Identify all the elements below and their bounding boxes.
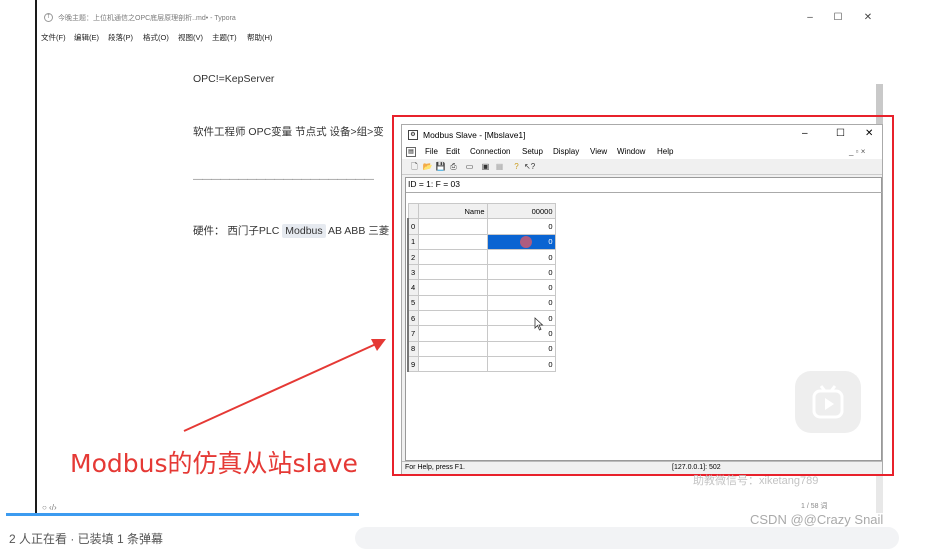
- doc-line-hardware: 硬件： 西门子PLC Modbus AB ABB 三菱: [193, 223, 389, 238]
- hardware-suffix: AB ABB 三菱: [325, 225, 390, 237]
- doc-line-opc: OPC!=KepServer: [193, 73, 275, 85]
- typora-app-icon: T: [44, 13, 53, 22]
- minimize-icon[interactable]: –: [802, 12, 818, 23]
- typora-menubar: 文件(F) 编辑(E) 段落(P) 格式(O) 视图(V) 主题(T) 帮助(H…: [36, 30, 885, 44]
- menu-edit[interactable]: 编辑(E): [74, 32, 99, 43]
- csdn-watermark: CSDN @@Crazy Snail: [750, 512, 884, 527]
- annotation-label: Modbus的仿真从站slave: [70, 449, 358, 478]
- menu-file[interactable]: 文件(F): [41, 32, 66, 43]
- menu-paragraph[interactable]: 段落(P): [108, 32, 133, 43]
- menu-theme[interactable]: 主题(T): [212, 32, 237, 43]
- menu-view[interactable]: 视图(V): [178, 32, 203, 43]
- doc-line-software: 软件工程师 OPC变量 节点式 设备>组>变: [193, 126, 384, 138]
- left-margin: [0, 0, 35, 541]
- play-icon: [812, 385, 844, 419]
- menu-format[interactable]: 格式(O): [143, 32, 169, 43]
- status-toggle-icons[interactable]: ○ ‹/›: [42, 503, 57, 512]
- viewer-count-text: 2 人正在看 · 已装填 1 条弹幕: [9, 532, 164, 546]
- arrow-icon: [183, 339, 386, 432]
- danmaku-input[interactable]: [355, 527, 899, 549]
- typora-window-title: 今晚主题：上位机通信之OPC底层原理剖析..md• - Typora: [58, 15, 236, 22]
- menu-help[interactable]: 帮助(H): [247, 32, 272, 43]
- word-count[interactable]: 1 / 58 词: [801, 501, 827, 511]
- hardware-prefix: 硬件： 西门子PLC: [193, 225, 283, 237]
- close-icon[interactable]: ✕: [860, 12, 876, 23]
- maximize-icon[interactable]: ☐: [830, 12, 846, 23]
- wechat-watermark: 助教微信号：xiketang789: [693, 475, 819, 487]
- video-play-badge[interactable]: [795, 371, 861, 433]
- typora-titlebar: T 今晚主题：上位机通信之OPC底层原理剖析..md• - Typora – ☐…: [36, 8, 885, 28]
- progress-bar[interactable]: [6, 513, 359, 516]
- doc-divider: ————————————————————: [193, 174, 374, 185]
- modbus-highlight: Modbus: [282, 224, 326, 238]
